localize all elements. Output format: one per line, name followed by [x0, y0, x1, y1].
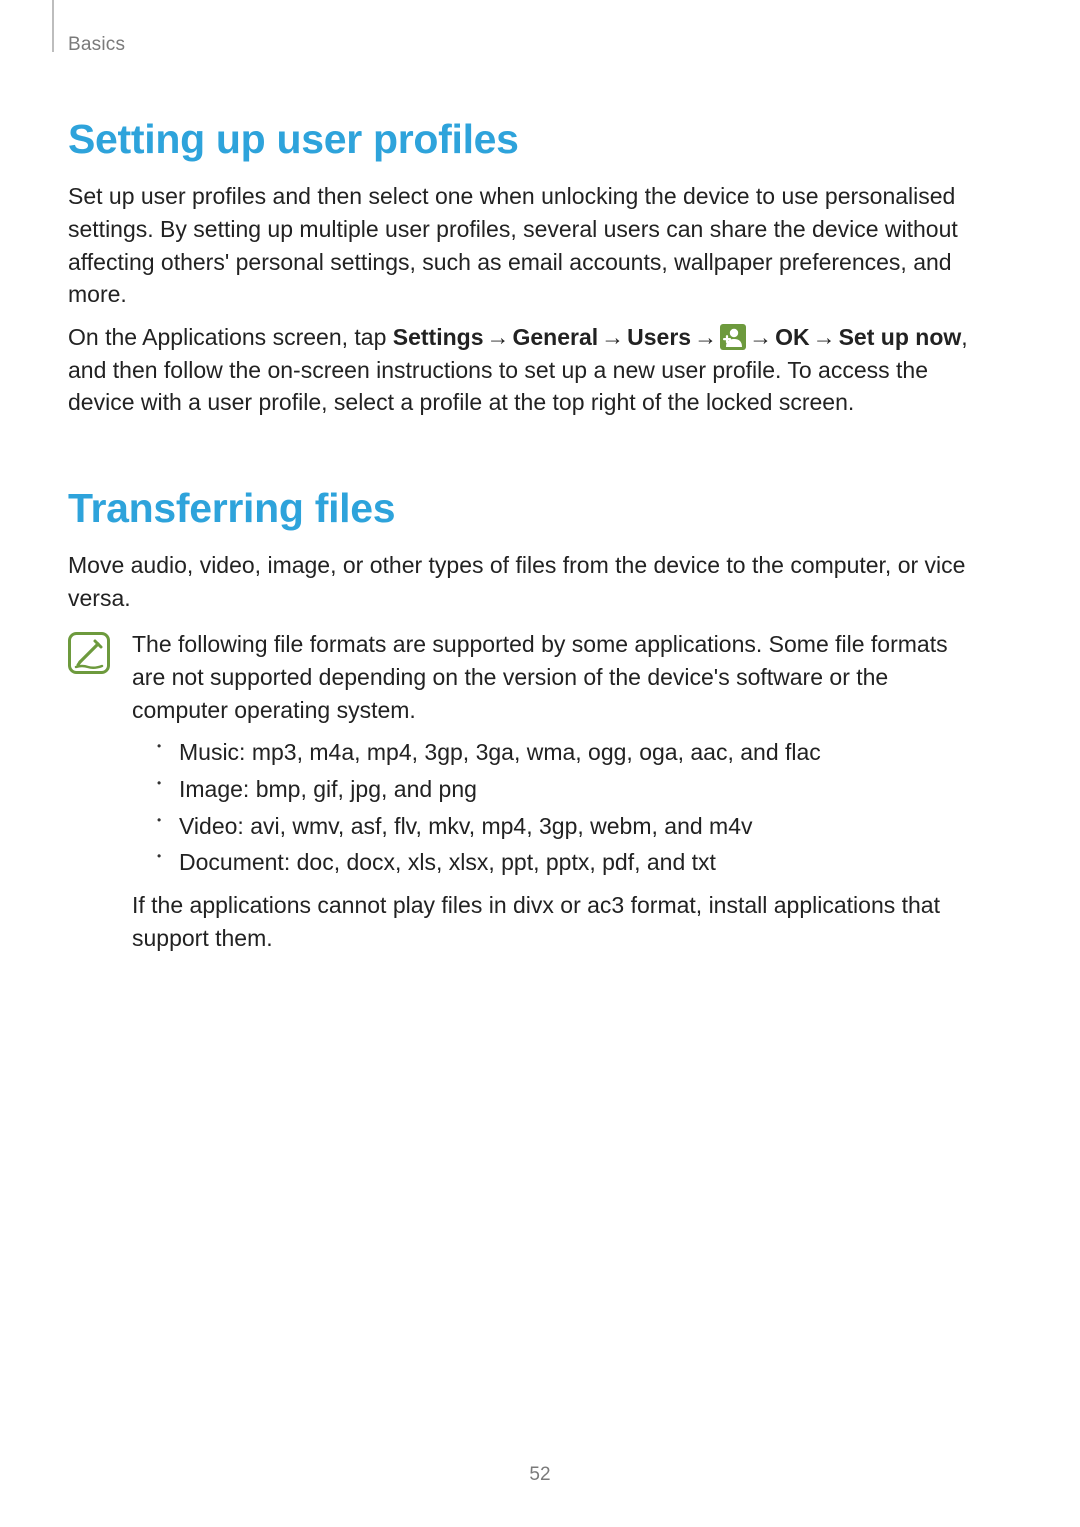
- paragraph-user-profiles-path: On the Applications screen, tap Settings…: [68, 321, 980, 419]
- path-ok: OK: [775, 324, 810, 350]
- supported-formats-list: Music: mp3, m4a, mp4, 3gp, 3ga, wma, ogg…: [132, 736, 980, 879]
- path-settings: Settings: [393, 324, 484, 350]
- paragraph-transferring-intro: Move audio, video, image, or other types…: [68, 549, 980, 614]
- header-section-label: Basics: [68, 32, 125, 59]
- heading-user-profiles: Setting up user profiles: [68, 110, 980, 168]
- note-intro-text: The following file formats are supported…: [132, 628, 980, 726]
- list-item: Image: bmp, gif, jpg, and png: [157, 773, 980, 806]
- path-users: Users: [627, 324, 691, 350]
- list-item: Document: doc, docx, xls, xlsx, ppt, ppt…: [157, 846, 980, 879]
- list-item: Music: mp3, m4a, mp4, 3gp, 3ga, wma, ogg…: [157, 736, 980, 769]
- add-user-icon: [720, 324, 746, 350]
- header-rule: [52, 0, 54, 52]
- arrow-icon: →: [810, 321, 839, 354]
- arrow-icon: →: [598, 321, 627, 354]
- note-body: The following file formats are supported…: [132, 628, 980, 964]
- arrow-icon: →: [691, 321, 720, 354]
- path-setup-now: Set up now: [839, 324, 962, 350]
- page-content: Setting up user profiles Set up user pro…: [68, 28, 980, 964]
- arrow-icon: →: [484, 321, 513, 354]
- note-outro-text: If the applications cannot play files in…: [132, 889, 980, 954]
- paragraph-user-profiles-intro: Set up user profiles and then select one…: [68, 180, 980, 311]
- arrow-icon: →: [746, 321, 775, 354]
- notebook-note-icon: [68, 632, 110, 674]
- note-block: The following file formats are supported…: [68, 628, 980, 964]
- path-general: General: [513, 324, 599, 350]
- page-number: 52: [0, 1462, 1080, 1489]
- list-item: Video: avi, wmv, asf, flv, mkv, mp4, 3gp…: [157, 810, 980, 843]
- heading-transferring-files: Transferring files: [68, 479, 980, 537]
- text-pre: On the Applications screen, tap: [68, 324, 393, 350]
- document-page: Basics Setting up user profiles Set up u…: [0, 0, 1080, 1527]
